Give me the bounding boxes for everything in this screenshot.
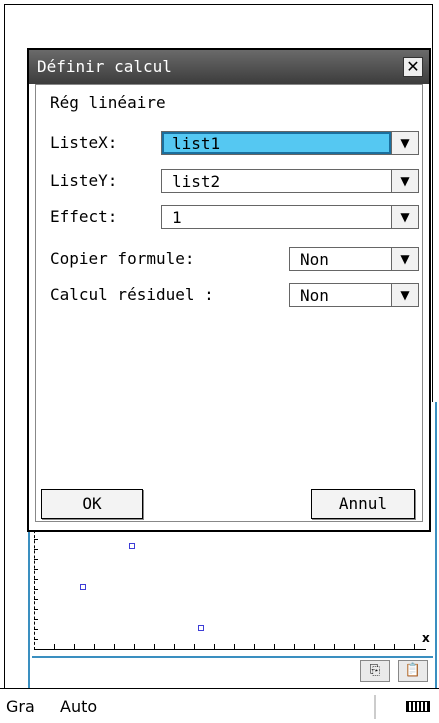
dialog-content: Rég linéaire ListeX: list1 ▼ ListeY: lis…	[35, 84, 423, 522]
graph-toolbar: ⎘ 📋	[32, 656, 433, 684]
effect-value: 1	[172, 208, 182, 227]
x-tick	[394, 644, 395, 649]
angle-indicator[interactable]: Auto	[60, 697, 97, 716]
define-calculation-dialog: Définir calcul ✕ Rég linéaire ListeX: li…	[27, 48, 431, 532]
y-tick	[34, 569, 38, 570]
chevron-down-icon[interactable]: ▼	[391, 248, 418, 270]
mode-indicator[interactable]: Gra	[6, 697, 35, 716]
y-tick	[34, 559, 38, 560]
scatter-plot[interactable]: x	[32, 525, 433, 655]
x-tick	[414, 644, 415, 649]
close-icon[interactable]: ✕	[403, 57, 423, 77]
x-tick	[74, 644, 75, 649]
listx-value: list1	[172, 134, 221, 153]
y-tick	[34, 549, 38, 550]
y-tick	[34, 629, 38, 630]
chevron-down-icon[interactable]: ▼	[391, 170, 418, 192]
y-tick	[34, 619, 38, 620]
y-tick	[34, 639, 38, 640]
listy-label: ListeY:	[50, 171, 118, 190]
cancel-button[interactable]: Annul	[311, 489, 415, 519]
x-tick	[354, 644, 355, 649]
x-tick	[294, 644, 295, 649]
x-tick	[334, 644, 335, 649]
copy-formula-label: Copier formule:	[50, 249, 195, 268]
listy-select[interactable]: list2 ▼	[161, 169, 419, 193]
chevron-down-icon[interactable]: ▼	[391, 206, 418, 228]
x-tick	[374, 644, 375, 649]
chevron-down-icon[interactable]: ▼	[391, 132, 418, 154]
x-tick	[154, 644, 155, 649]
residual-select[interactable]: Non ▼	[289, 283, 419, 307]
y-tick	[34, 539, 38, 540]
data-point	[197, 625, 204, 632]
status-divider	[374, 695, 376, 719]
listx-label: ListeX:	[50, 133, 118, 152]
x-tick	[214, 644, 215, 649]
y-tick	[34, 599, 38, 600]
x-axis	[34, 649, 426, 650]
data-point	[129, 542, 135, 549]
residual-label: Calcul résiduel :	[50, 285, 214, 304]
x-tick	[174, 644, 175, 649]
x-tick	[194, 644, 195, 649]
copy-formula-value: Non	[300, 250, 329, 269]
copy-icon[interactable]: ⎘	[360, 660, 390, 682]
x-axis-label: x	[422, 631, 430, 645]
status-bar: Gra Auto	[0, 688, 439, 723]
x-tick	[94, 644, 95, 649]
y-axis	[34, 525, 36, 650]
x-tick	[54, 644, 55, 649]
x-tick	[314, 644, 315, 649]
y-tick	[34, 609, 38, 610]
calc-type-label: Rég linéaire	[50, 93, 166, 112]
chevron-down-icon[interactable]: ▼	[391, 284, 418, 306]
effect-label: Effect:	[50, 207, 118, 226]
x-tick	[234, 644, 235, 649]
x-tick	[134, 644, 135, 649]
y-tick	[34, 579, 38, 580]
x-tick	[274, 644, 275, 649]
copy-formula-select[interactable]: Non ▼	[289, 247, 419, 271]
x-tick	[254, 644, 255, 649]
residual-value: Non	[300, 286, 329, 305]
ok-button[interactable]: OK	[41, 489, 143, 519]
dialog-titlebar: Définir calcul ✕	[29, 50, 429, 84]
listy-value: list2	[172, 172, 221, 191]
battery-icon	[406, 701, 430, 712]
paste-icon[interactable]: 📋	[398, 660, 428, 682]
x-tick	[114, 644, 115, 649]
y-tick	[34, 589, 38, 590]
effect-select[interactable]: 1 ▼	[161, 205, 419, 229]
listx-select[interactable]: list1 ▼	[161, 131, 419, 155]
dialog-title: Définir calcul	[37, 57, 172, 76]
data-point	[80, 584, 86, 590]
